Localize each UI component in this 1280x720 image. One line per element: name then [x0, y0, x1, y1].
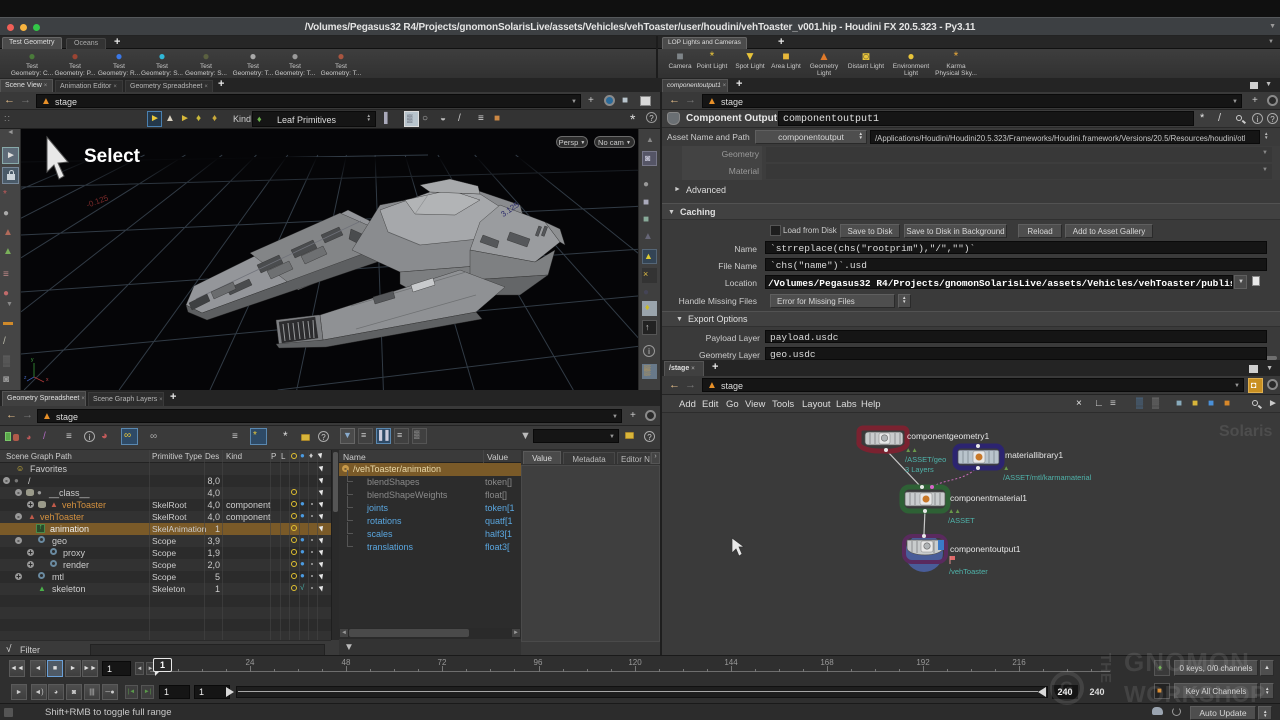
svg-text:/ASSET/mtl/karmamaterial: /ASSET/mtl/karmamaterial	[1003, 473, 1092, 482]
svg-text:componentmaterial1: componentmaterial1	[950, 493, 1027, 503]
svg-text:z: z	[24, 375, 27, 381]
svg-text:3 Layers: 3 Layers	[905, 465, 934, 474]
svg-text:▲: ▲	[1003, 465, 1009, 472]
svg-text:/ASSET: /ASSET	[948, 516, 975, 525]
svg-text:y: y	[31, 357, 34, 363]
svg-text:materiallibrary1: materiallibrary1	[1005, 450, 1063, 460]
svg-text:/ASSET/geo: /ASSET/geo	[905, 455, 946, 464]
svg-text:▲▲: ▲▲	[905, 447, 918, 454]
svg-text:/vehToaster: /vehToaster	[949, 567, 988, 576]
svg-text:componentgeometry1: componentgeometry1	[907, 431, 989, 441]
svg-text:x: x	[46, 377, 49, 383]
svg-text:componentoutput1: componentoutput1	[950, 544, 1021, 554]
svg-text:▲▲: ▲▲	[948, 508, 961, 515]
